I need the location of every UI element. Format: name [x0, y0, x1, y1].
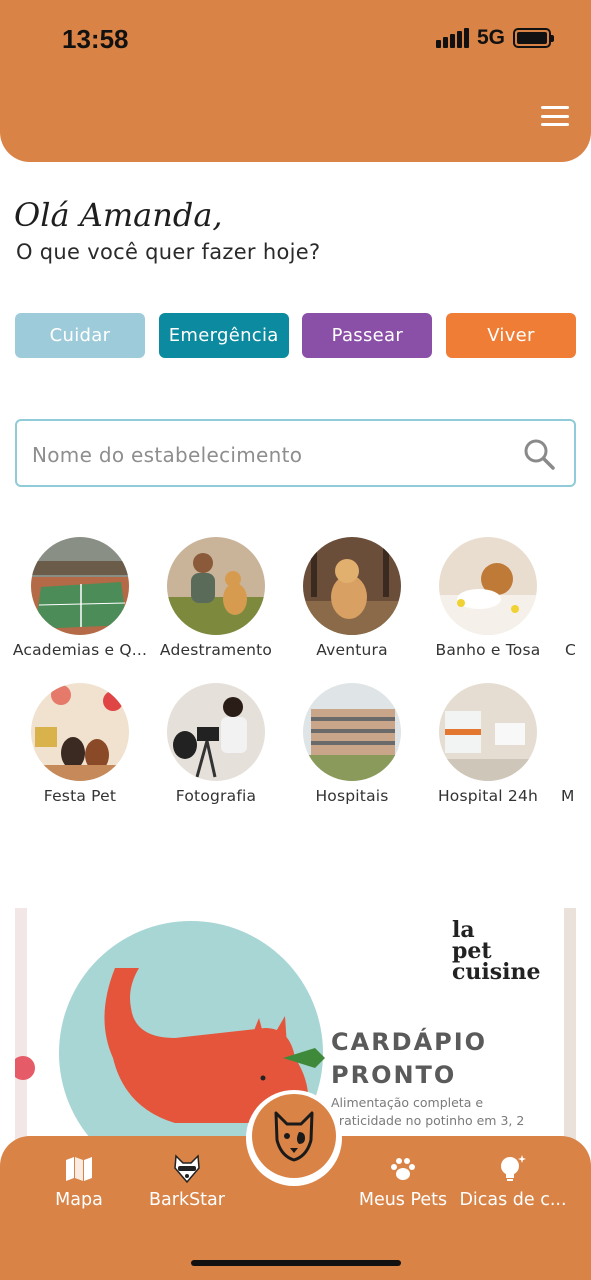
nav-label: BarkStar [149, 1190, 225, 1210]
service-label: Adestramento [159, 641, 273, 659]
greeting-subtitle: O que você quer fazer hoje? [16, 240, 321, 264]
promo-title: CARDÁPIO PRONTO [331, 1028, 488, 1089]
paw-icon [354, 1152, 452, 1186]
nav-label: Mapa [55, 1190, 103, 1210]
dog-face-icon [274, 1111, 314, 1162]
service-hospital-24h[interactable]: Hospital 24h [420, 683, 556, 805]
category-buttons: Cuidar Emergência Passear Viver [15, 313, 576, 358]
network-type: 5G [476, 26, 505, 49]
nav-dicas[interactable]: Dicas de c... [459, 1152, 567, 1210]
status-time: 13:58 [62, 24, 129, 54]
lightbulb-icon [459, 1152, 567, 1186]
aventura-image [303, 537, 401, 635]
hospitais-image [303, 683, 401, 781]
hospital-24h-image [439, 683, 537, 781]
hamburger-menu-icon[interactable] [541, 106, 569, 126]
service-festa-pet[interactable]: Festa Pet [12, 683, 148, 805]
greeting-title: Olá Amanda, [14, 196, 223, 234]
nav-meus-pets[interactable]: Meus Pets [354, 1152, 452, 1210]
brand-logo: la pet cuisine [452, 917, 541, 985]
signal-icon [435, 28, 469, 48]
service-partial-label[interactable]: M [561, 787, 574, 805]
cuidar-button[interactable]: Cuidar [15, 313, 145, 358]
service-label: Aventura [316, 641, 388, 659]
academias-image [31, 537, 129, 635]
service-hospitais[interactable]: Hospitais [284, 683, 420, 805]
adestramento-image [167, 537, 265, 635]
nav-mapa[interactable]: Mapa [48, 1152, 110, 1210]
fotografia-image [167, 683, 265, 781]
service-banho-tosa[interactable]: Banho e Tosa [420, 537, 556, 659]
service-aventura[interactable]: Aventura [284, 537, 420, 659]
service-label: Fotografia [175, 787, 257, 805]
map-icon [48, 1152, 110, 1186]
service-label: Academias e Q... [12, 641, 148, 659]
app-header: 13:58 5G [0, 0, 591, 162]
service-adestramento[interactable]: Adestramento [148, 537, 284, 659]
banho-tosa-image [439, 537, 537, 635]
home-indicator [191, 1260, 401, 1266]
service-partial-label[interactable]: C [565, 641, 576, 659]
nav-label: Dicas de c... [459, 1190, 567, 1210]
search-input[interactable]: Nome do estabelecimento [15, 419, 576, 487]
viver-button[interactable]: Viver [445, 313, 576, 358]
nav-barkstar[interactable]: BarkStar [140, 1152, 234, 1210]
search-placeholder: Nome do estabelecimento [32, 443, 303, 467]
service-academias[interactable]: Academias e Q... [12, 537, 148, 659]
emergencia-button[interactable]: Emergência [158, 313, 289, 358]
battery-icon [513, 28, 554, 48]
nav-label: Meus Pets [358, 1190, 448, 1210]
service-fotografia[interactable]: Fotografia [148, 683, 284, 805]
service-label: Festa Pet [43, 787, 117, 805]
passear-button[interactable]: Passear [302, 313, 433, 358]
festa-pet-image [31, 683, 129, 781]
status-icons: 5G [435, 26, 554, 50]
search-icon[interactable] [522, 437, 556, 471]
service-label: Banho e Tosa [435, 641, 541, 659]
service-label: Hospitais [315, 787, 389, 805]
barkstar-icon [140, 1152, 234, 1186]
service-label: Hospital 24h [437, 787, 539, 805]
center-dog-button[interactable] [246, 1090, 342, 1186]
promo-subtitle: Alimentação completa e praticidade no po… [331, 1095, 525, 1128]
